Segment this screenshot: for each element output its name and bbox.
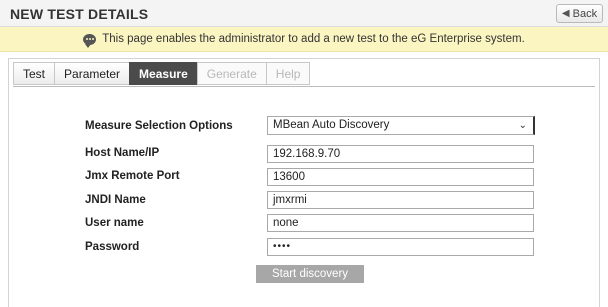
chevron-down-icon: ⌄ xyxy=(518,120,527,131)
measure-form: Measure Selection Options MBean Auto Dis… xyxy=(9,59,599,307)
measure-selection-value: MBean Auto Discovery xyxy=(273,119,390,131)
back-button[interactable]: ◀ Back xyxy=(556,4,603,23)
jndi-input[interactable]: jmxrmi xyxy=(267,191,534,209)
username-input[interactable]: none xyxy=(267,214,534,232)
password-input[interactable]: •••• xyxy=(267,238,534,256)
measure-selection-label: Measure Selection Options xyxy=(85,120,233,132)
password-label: Password xyxy=(85,241,140,253)
info-notice: This page enables the administrator to a… xyxy=(0,27,608,52)
page-title: NEW TEST DETAILS xyxy=(10,6,149,22)
host-input[interactable]: 192.168.9.70 xyxy=(267,145,534,163)
speech-bubble-icon xyxy=(83,33,97,48)
jndi-label: JNDI Name xyxy=(85,194,146,206)
test-details-panel: Test Parameter Measure Generate Help Mea… xyxy=(8,58,600,307)
host-label: Host Name/IP xyxy=(85,147,160,159)
username-label: User name xyxy=(85,217,144,229)
jmx-port-label: Jmx Remote Port xyxy=(85,170,180,182)
jmx-port-input[interactable]: 13600 xyxy=(267,168,534,186)
notice-text: This page enables the administrator to a… xyxy=(102,33,525,45)
back-arrow-icon: ◀ xyxy=(561,8,570,19)
measure-selection-dropdown[interactable]: MBean Auto Discovery ⌄ xyxy=(267,116,535,135)
page-header: NEW TEST DETAILS ◀ Back xyxy=(0,0,608,27)
start-discovery-button[interactable]: Start discovery xyxy=(256,265,364,283)
back-button-label: Back xyxy=(572,7,598,20)
